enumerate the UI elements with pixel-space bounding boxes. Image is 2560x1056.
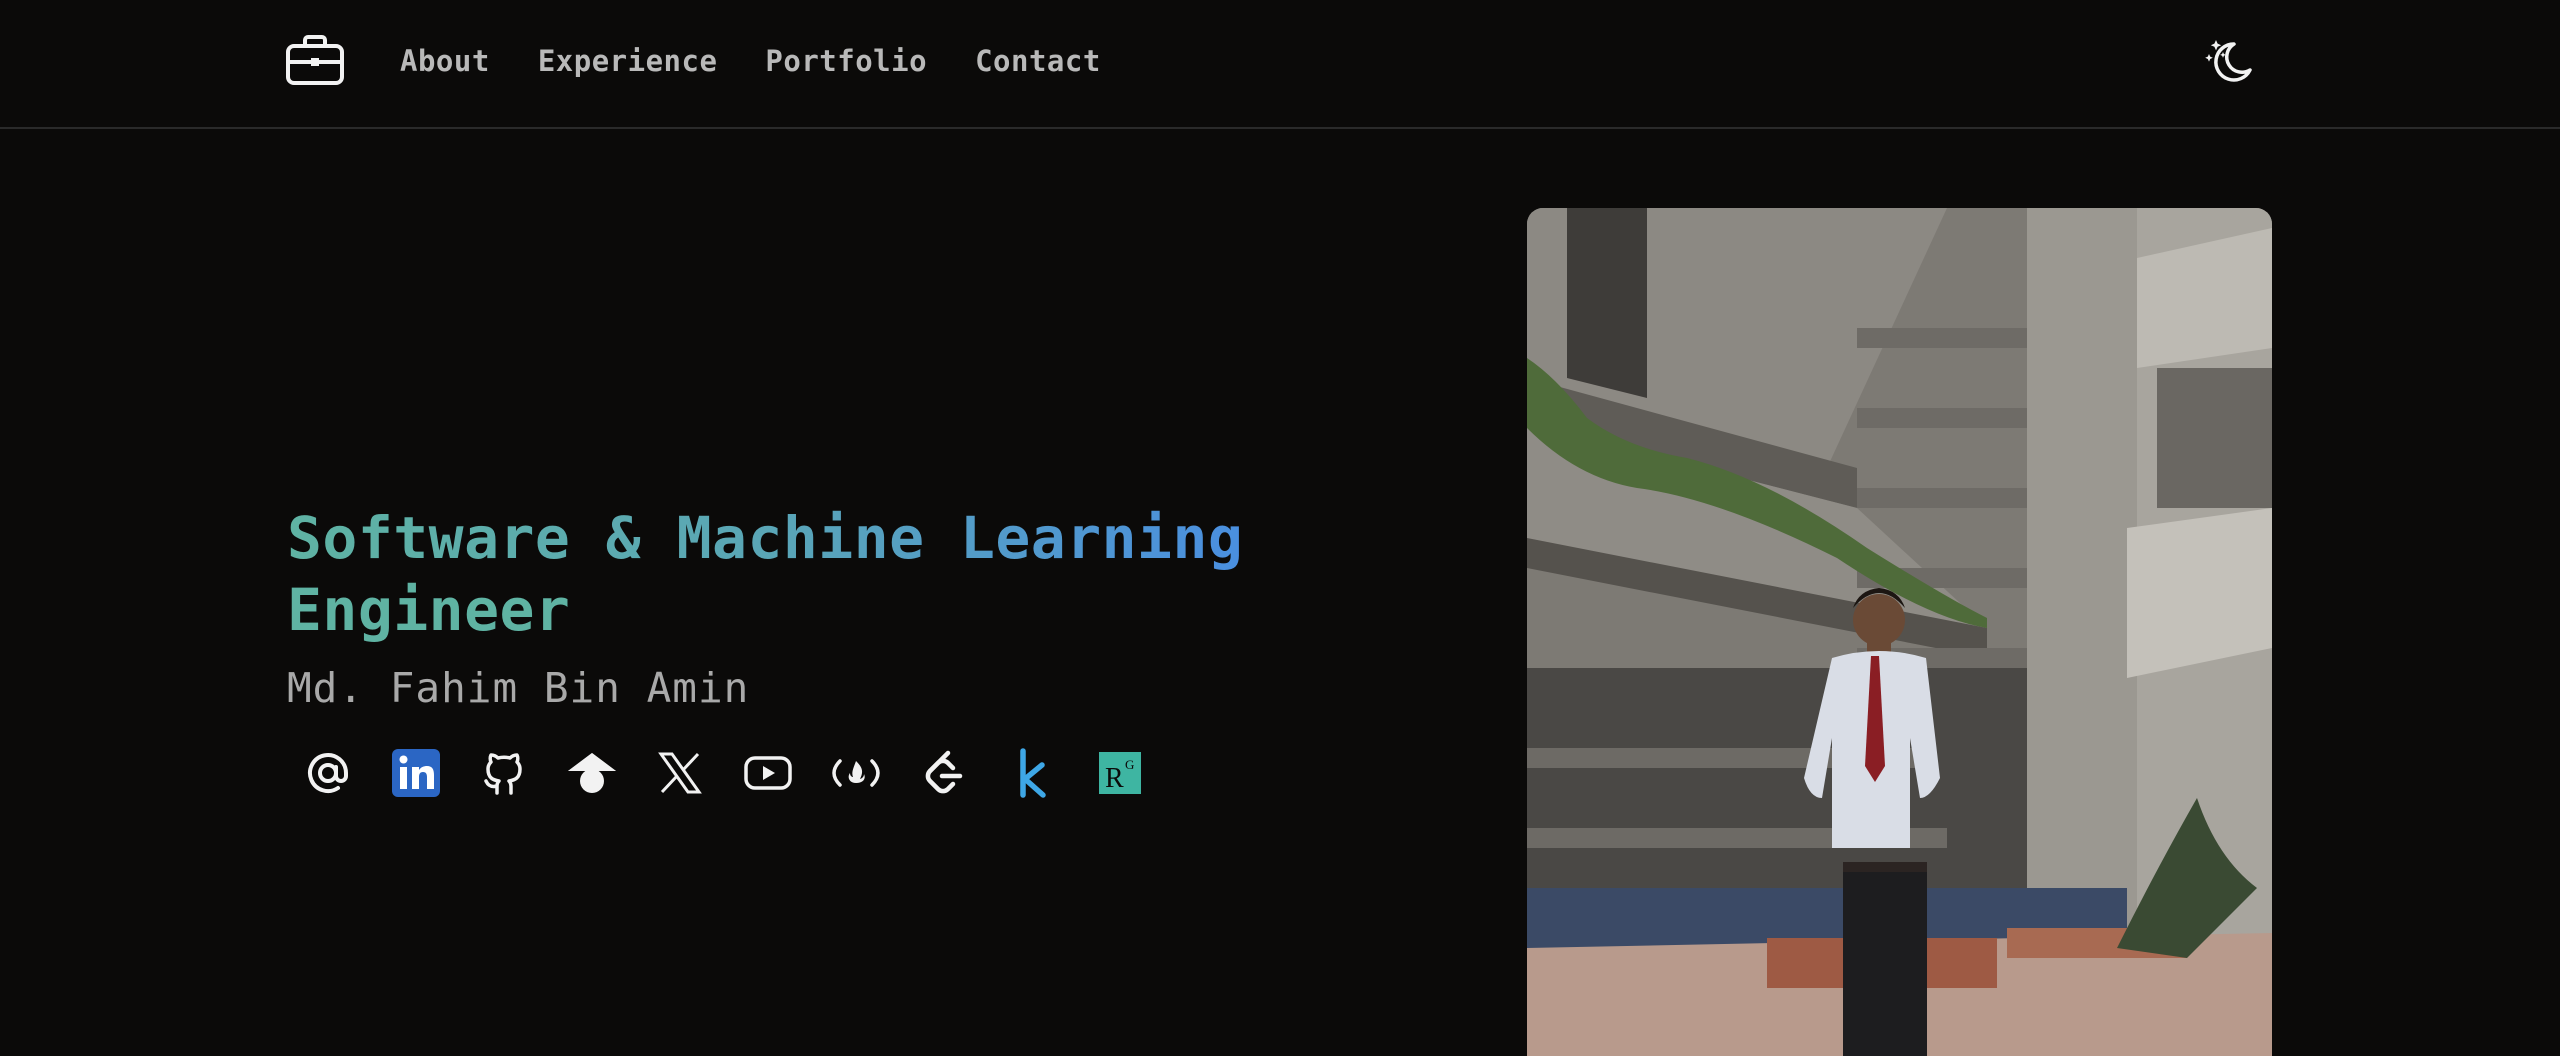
hero-title-line2: Engineer — [287, 576, 571, 644]
leetcode-icon — [925, 750, 963, 794]
leetcode-link[interactable] — [916, 745, 972, 801]
nav-about[interactable]: About — [400, 44, 490, 78]
profile-photo-illustration — [1527, 208, 2272, 1056]
kaggle-link[interactable] — [1004, 745, 1060, 801]
briefcase-logo-icon[interactable] — [285, 34, 345, 86]
freecodecamp-link[interactable] — [828, 745, 884, 801]
svg-text:G: G — [1125, 757, 1134, 772]
nav-portfolio[interactable]: Portfolio — [765, 44, 927, 78]
kaggle-icon — [1020, 748, 1046, 798]
freecodecamp-icon — [832, 759, 880, 787]
github-link[interactable] — [476, 745, 532, 801]
x-twitter-icon — [658, 752, 702, 794]
youtube-link[interactable] — [740, 745, 796, 801]
nav-experience[interactable]: Experience — [538, 44, 718, 78]
x-twitter-link[interactable] — [652, 745, 708, 801]
github-icon — [484, 753, 522, 795]
researchgate-icon: R G — [1099, 752, 1141, 794]
google-scholar-link[interactable] — [564, 745, 620, 801]
profile-photo — [1527, 208, 2272, 1056]
google-scholar-icon — [568, 753, 616, 793]
youtube-icon — [744, 756, 792, 790]
main-nav: About Experience Portfolio Contact — [400, 44, 1149, 78]
email-icon — [308, 753, 348, 794]
linkedin-icon — [392, 749, 440, 797]
hero-title-line1: Software & Machine Learning — [287, 504, 1244, 572]
hero-name: Md. Fahim Bin Amin — [287, 664, 750, 712]
researchgate-link[interactable]: R G — [1092, 745, 1148, 801]
svg-text:R: R — [1105, 763, 1124, 794]
moon-stars-icon[interactable] — [2204, 36, 2256, 88]
email-link[interactable] — [300, 745, 356, 801]
hero-title: Software & Machine Learning Engineer — [287, 502, 1487, 646]
social-links: R G — [300, 745, 1180, 801]
site-header: About Experience Portfolio Contact — [0, 0, 2560, 129]
linkedin-link[interactable] — [388, 745, 444, 801]
nav-contact[interactable]: Contact — [975, 44, 1101, 78]
